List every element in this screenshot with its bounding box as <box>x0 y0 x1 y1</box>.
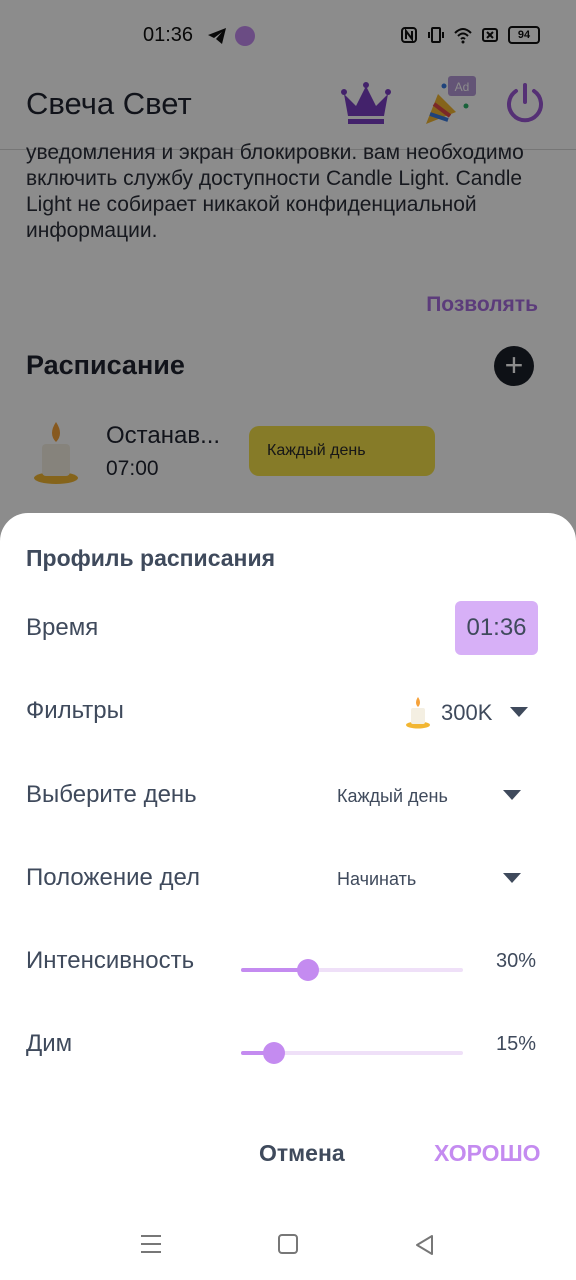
sheet-title: Профиль расписания <box>26 545 276 571</box>
dim-slider-thumb[interactable] <box>263 1042 286 1064</box>
intensity-slider[interactable] <box>241 959 463 981</box>
schedule-profile-sheet: Профиль расписания Время 01:36 Фильтры 3… <box>0 513 576 1280</box>
home-icon[interactable] <box>278 1234 298 1254</box>
intensity-label: Интенсивность <box>26 947 195 974</box>
dim-label: Дим <box>26 1030 73 1057</box>
system-nav-bar <box>0 1210 576 1280</box>
filters-label: Фильтры <box>26 697 124 724</box>
intensity-slider-thumb[interactable] <box>296 959 319 981</box>
back-icon[interactable] <box>414 1234 436 1256</box>
chevron-down-icon[interactable] <box>503 873 521 883</box>
time-label: Время <box>26 614 99 641</box>
time-picker-button[interactable]: 01:36 <box>455 601 538 655</box>
candle-filter-icon <box>406 697 430 729</box>
day-label: Выберите день <box>26 781 197 808</box>
recent-apps-icon[interactable] <box>140 1234 162 1254</box>
chevron-down-icon[interactable] <box>503 790 521 800</box>
chevron-down-icon[interactable] <box>510 707 528 717</box>
action-dropdown[interactable]: Начинать <box>337 869 416 890</box>
ok-button[interactable]: ХОРОШО <box>434 1140 541 1167</box>
intensity-value: 30% <box>495 950 536 972</box>
action-label: Положение дел <box>26 864 201 891</box>
dim-slider[interactable] <box>241 1042 463 1064</box>
filters-value[interactable]: 300K <box>441 700 492 726</box>
day-dropdown[interactable]: Каждый день <box>337 786 448 807</box>
dim-value: 15% <box>495 1033 536 1055</box>
cancel-button[interactable]: Отмена <box>259 1140 345 1167</box>
